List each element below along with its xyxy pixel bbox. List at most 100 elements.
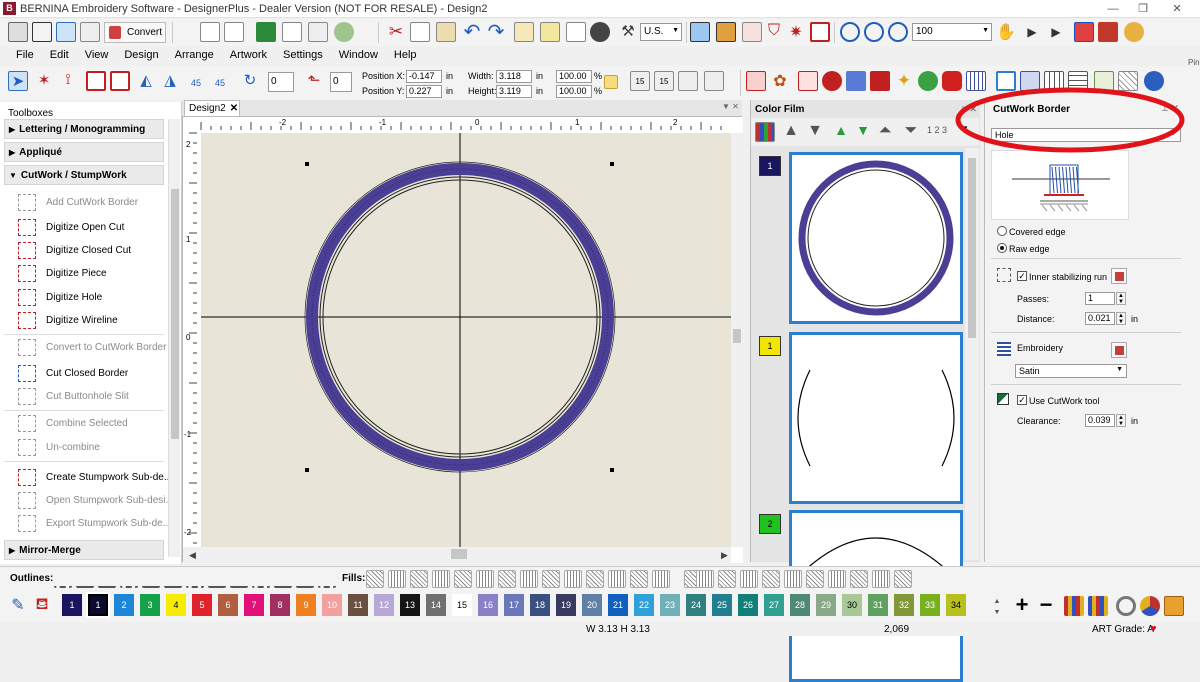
outline-stitch-icon[interactable] bbox=[318, 570, 336, 588]
close-icon[interactable]: ✕ bbox=[230, 103, 238, 114]
fill-stitch-icon[interactable] bbox=[718, 570, 736, 588]
fill-icon[interactable] bbox=[846, 71, 866, 91]
color-swatch[interactable]: 14 bbox=[426, 594, 446, 616]
fill-stitch-icon[interactable] bbox=[740, 570, 758, 588]
tab-menu-icon[interactable]: ▼ ✕ bbox=[722, 102, 739, 111]
fill-stitch-icon[interactable] bbox=[894, 570, 912, 588]
select-arrow-icon[interactable]: ➤ bbox=[8, 71, 28, 91]
color-swatch[interactable]: 31 bbox=[868, 594, 888, 616]
machine-icon[interactable] bbox=[1124, 22, 1144, 42]
rotate-angle-input[interactable]: 0 bbox=[268, 72, 294, 92]
fill-stitch-icon[interactable] bbox=[608, 570, 626, 588]
fill-stitch-icon[interactable] bbox=[630, 570, 648, 588]
fill-stitch-icon[interactable] bbox=[388, 570, 406, 588]
color-swatch[interactable]: 22 bbox=[634, 594, 654, 616]
outline-stitch-icon[interactable] bbox=[252, 570, 270, 588]
move-last-icon[interactable]: ▼ bbox=[805, 122, 825, 142]
shapes-icon[interactable] bbox=[822, 71, 842, 91]
menu-design[interactable]: Design bbox=[116, 46, 166, 61]
color-swatch[interactable]: 33 bbox=[920, 594, 940, 616]
next-icon[interactable]: ▶ bbox=[1022, 22, 1042, 42]
colors-icon[interactable] bbox=[755, 122, 775, 142]
outline-stitch-icon[interactable] bbox=[98, 570, 116, 588]
stitch-type-select[interactable]: Satin ▼ bbox=[1015, 364, 1127, 378]
fill-stitch-icon[interactable] bbox=[784, 570, 802, 588]
fill-stitch-icon[interactable] bbox=[850, 570, 868, 588]
auto-center-icon[interactable] bbox=[678, 71, 698, 91]
outline-stitch-icon[interactable] bbox=[54, 570, 72, 588]
color-swatch[interactable]: 1 bbox=[86, 592, 110, 618]
tools-icon[interactable]: ⚒ bbox=[618, 22, 638, 42]
toolbox-scrollbar[interactable] bbox=[168, 119, 180, 557]
menu-arrange[interactable]: Arrange bbox=[167, 46, 222, 61]
fill-stitch-icon[interactable] bbox=[586, 570, 604, 588]
copy-icon[interactable] bbox=[410, 22, 430, 42]
film-icon[interactable] bbox=[716, 22, 736, 42]
hoop-ring-icon[interactable] bbox=[1116, 596, 1136, 616]
outline-stitch-icon[interactable] bbox=[120, 570, 138, 588]
menu-help[interactable]: Help bbox=[386, 46, 425, 61]
fill-stitch-icon[interactable] bbox=[828, 570, 846, 588]
color-swatch[interactable]: 27 bbox=[764, 594, 784, 616]
color-swatch[interactable]: 34 bbox=[946, 594, 966, 616]
outline-stitch-icon[interactable] bbox=[208, 570, 226, 588]
reshape-icon[interactable] bbox=[86, 71, 106, 91]
polygon-select-icon[interactable]: ✶ bbox=[34, 71, 54, 91]
color-wheel-icon[interactable] bbox=[1140, 596, 1160, 616]
step-angle-icon[interactable]: 15 bbox=[630, 71, 650, 91]
width-input[interactable]: 3.118 bbox=[496, 70, 532, 83]
spool-icon[interactable] bbox=[1164, 596, 1184, 616]
clearance-input[interactable]: 0.039 bbox=[1085, 414, 1115, 427]
skew-angle-input[interactable]: 0 bbox=[330, 72, 352, 92]
color-swatch[interactable]: 1 bbox=[62, 594, 82, 616]
print-icon[interactable] bbox=[282, 22, 302, 42]
cut-icon[interactable]: ✂ bbox=[386, 22, 406, 42]
fill-stitch-icon[interactable] bbox=[652, 570, 670, 588]
print-preview-icon[interactable] bbox=[308, 22, 328, 42]
artwork-canvas-icon[interactable] bbox=[32, 22, 52, 42]
undo-icon[interactable]: ↶ bbox=[462, 22, 482, 42]
clearance-spinner[interactable]: ▲ ▼ bbox=[1116, 414, 1126, 427]
transform-icon[interactable] bbox=[110, 71, 130, 91]
lifebuoy-icon[interactable] bbox=[810, 22, 830, 42]
color-swatch[interactable]: 25 bbox=[712, 594, 732, 616]
fill-stitch-icon[interactable] bbox=[498, 570, 516, 588]
design-canvas[interactable]: ◀ ▶ -2 -1 0 1 2 2 1 0 -1 -2 bbox=[182, 116, 743, 563]
paint-bucket-icon[interactable]: ⛾ bbox=[32, 595, 52, 615]
thread-spool-icon[interactable] bbox=[1098, 22, 1118, 42]
color-swatch[interactable]: 28 bbox=[790, 594, 810, 616]
color-swatch[interactable]: 9 bbox=[296, 594, 316, 616]
insert-design-icon[interactable] bbox=[540, 22, 560, 42]
inner-run-checkbox[interactable]: ✓ bbox=[1017, 271, 1027, 281]
distance-input[interactable]: 0.021 bbox=[1085, 312, 1115, 325]
color-swatch[interactable]: 7 bbox=[244, 594, 264, 616]
group-up-icon[interactable]: ⏶ bbox=[875, 122, 895, 142]
fill-stitch-icon[interactable] bbox=[696, 570, 714, 588]
pinwheel-icon[interactable]: ✷ bbox=[786, 22, 806, 42]
embroidery-canvas-icon[interactable] bbox=[8, 22, 28, 42]
rotate-right-icon[interactable]: 45 bbox=[210, 71, 230, 91]
color-swatch[interactable]: 5 bbox=[192, 594, 212, 616]
outline-stitch-icon[interactable] bbox=[186, 570, 204, 588]
color-film-badge[interactable]: 2 bbox=[759, 514, 781, 534]
covered-edge-radio[interactable] bbox=[997, 226, 1007, 236]
color-swatch[interactable]: 15 bbox=[452, 594, 472, 616]
scale-width-input[interactable]: 100.00 bbox=[556, 70, 592, 83]
step-angle-alt-icon[interactable]: 15 bbox=[654, 71, 674, 91]
passes-input[interactable]: 1 bbox=[1085, 292, 1115, 305]
inner-run-settings-button[interactable] bbox=[1111, 268, 1127, 284]
minimize-button[interactable]: — bbox=[1098, 1, 1128, 17]
color-swatch[interactable]: 2 bbox=[114, 594, 134, 616]
color-swatch[interactable]: 16 bbox=[478, 594, 498, 616]
color-film-badge[interactable]: 1 bbox=[759, 336, 781, 356]
color-film-badge[interactable]: 1 bbox=[759, 156, 781, 176]
fill-stitch-icon[interactable] bbox=[806, 570, 824, 588]
color-select-icon[interactable] bbox=[1074, 22, 1094, 42]
units-select[interactable]: U.S. ▼ bbox=[640, 23, 682, 41]
use-cutwork-checkbox[interactable]: ✓ bbox=[1017, 395, 1027, 405]
outline-stitch-icon[interactable] bbox=[164, 570, 182, 588]
export-icon[interactable] bbox=[334, 22, 354, 42]
menu-view[interactable]: View bbox=[77, 46, 117, 61]
color-film-item[interactable] bbox=[789, 332, 963, 504]
color-swatch[interactable]: 30 bbox=[842, 594, 862, 616]
